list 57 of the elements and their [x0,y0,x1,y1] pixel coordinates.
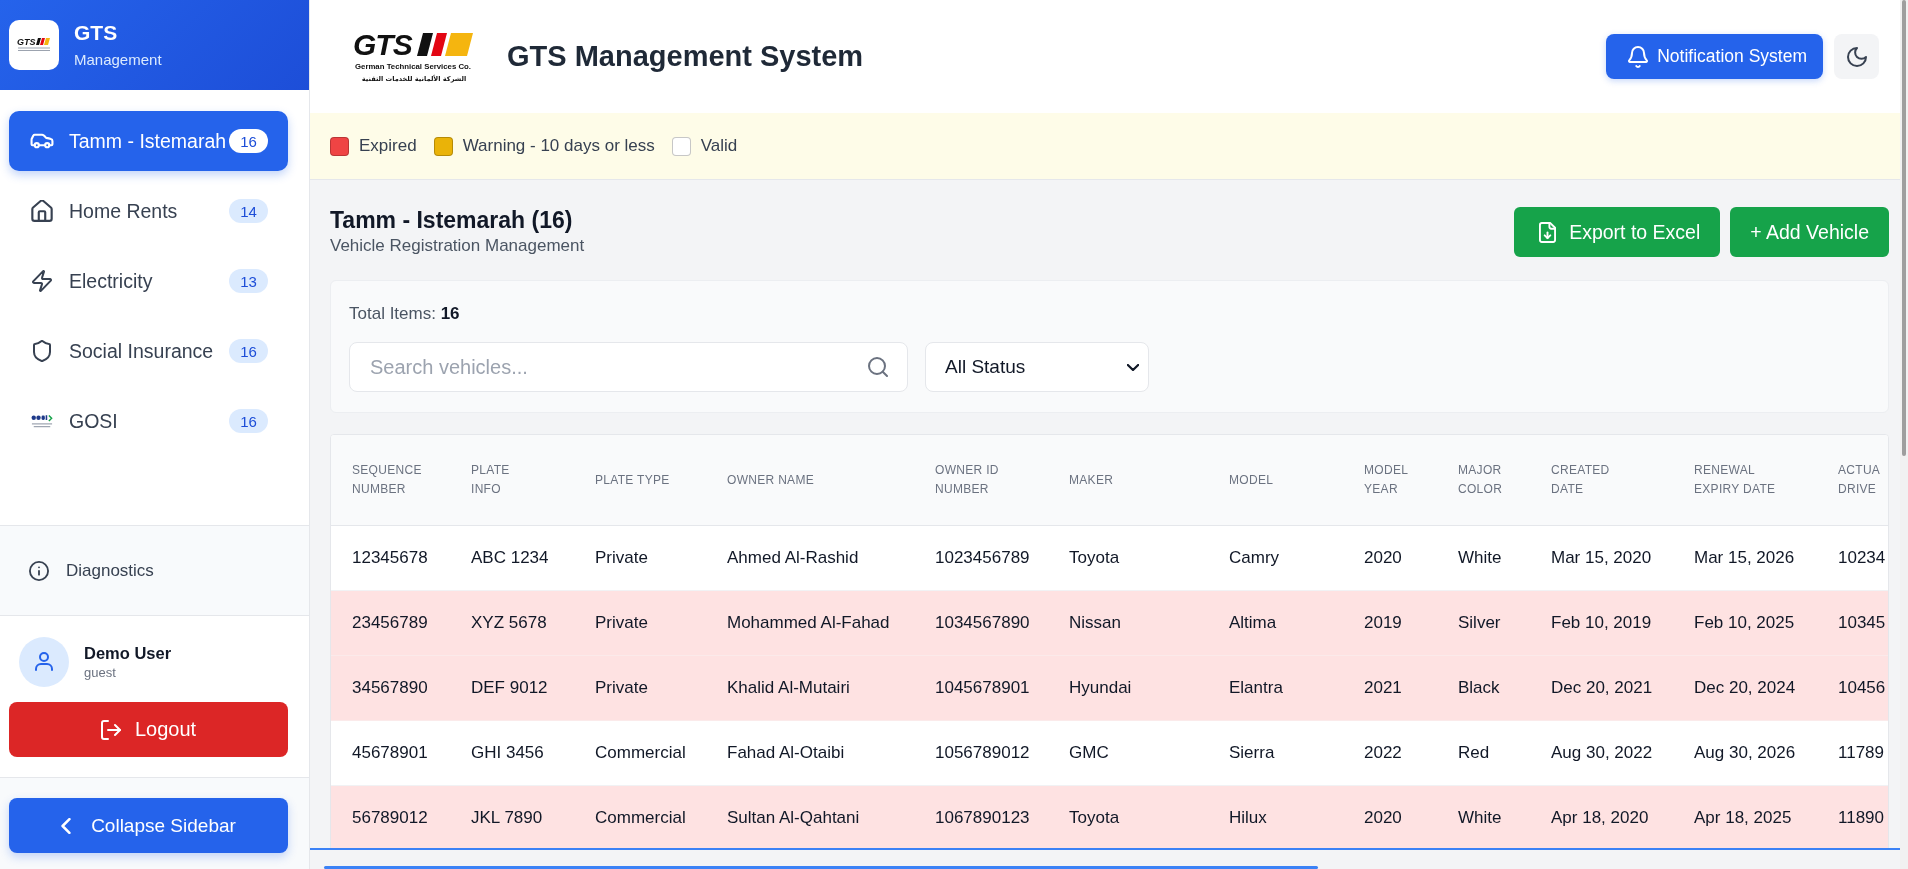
column-header: MAKER [1048,435,1208,526]
page-subtitle: Vehicle Registration Management [330,236,585,256]
nav-item[interactable]: Social Insurance 16 [9,321,288,381]
column-header: MODEL [1208,435,1343,526]
count-badge: 16 [229,339,268,363]
bell-icon [1628,45,1649,68]
column-header: OWNER NAME [706,435,914,526]
count-badge: 16 [229,129,268,153]
car-icon [30,133,54,149]
legend-label: Expired [359,136,417,156]
brand-logo: GTS [9,20,59,70]
column-header: PLATE TYPE [574,435,706,526]
moon-icon [1846,46,1867,67]
column-header: PLATE INFO [450,435,574,526]
column-header: MAJOR COLOR [1437,435,1530,526]
brand-subtitle: Management [74,51,162,69]
column-header: SEQUENCE NUMBER [331,435,450,526]
total-items: Total Items: 16 [349,304,461,324]
nav-item[interactable]: Home Rents 14 [9,181,288,241]
search-field[interactable]: Search vehicles... [349,342,908,392]
collapse-sidebar-button[interactable]: Collapse Sidebar [9,798,288,853]
diagnostics-link[interactable]: Diagnostics [29,560,154,581]
scrollbar-thumb[interactable] [1902,0,1906,456]
column-header: ACTUA DRIVE [1817,435,1888,526]
lightning-icon [32,270,52,292]
column-header: RENEWAL EXPIRY DATE [1673,435,1817,526]
info-icon [29,560,49,581]
chevron-left-icon [61,817,72,834]
legend-label: Warning - 10 days or less [462,136,655,156]
search-icon [868,357,888,377]
user-name: Demo User [84,643,172,663]
nav-item[interactable]: Electricity 13 [9,251,288,311]
column-header: CREATED DATE [1530,435,1673,526]
count-badge: 14 [229,199,268,223]
logout-icon [100,719,121,740]
count-badge: 13 [229,269,268,293]
home-icon [31,200,53,222]
column-header: MODEL YEAR [1343,435,1437,526]
file-download-icon [1539,221,1557,243]
notification-button[interactable]: Notification System [1606,34,1823,79]
user-avatar-icon [19,637,69,687]
chevron-down-icon [1127,363,1139,371]
user-role: guest [84,664,117,681]
count-badge: 16 [229,409,268,433]
nav-item[interactable]: Tamm - Istemarah 16 [9,111,288,171]
nav-item[interactable]: GOSI 16 [9,391,288,451]
legend-label: Valid [700,136,738,156]
page-title: Tamm - Istemarah (16) [330,207,574,233]
column-header: OWNER ID NUMBER [914,435,1048,526]
theme-toggle-button[interactable] [1834,34,1879,79]
logout-button[interactable]: Logout [9,702,288,757]
status-select[interactable]: All Status [925,342,1149,392]
app-title: GTS Management System [507,40,864,73]
scrollbar-thumb[interactable] [324,866,1318,869]
brand-title: GTS [74,21,119,45]
shield-icon [33,340,51,362]
logo-icon [31,414,53,428]
